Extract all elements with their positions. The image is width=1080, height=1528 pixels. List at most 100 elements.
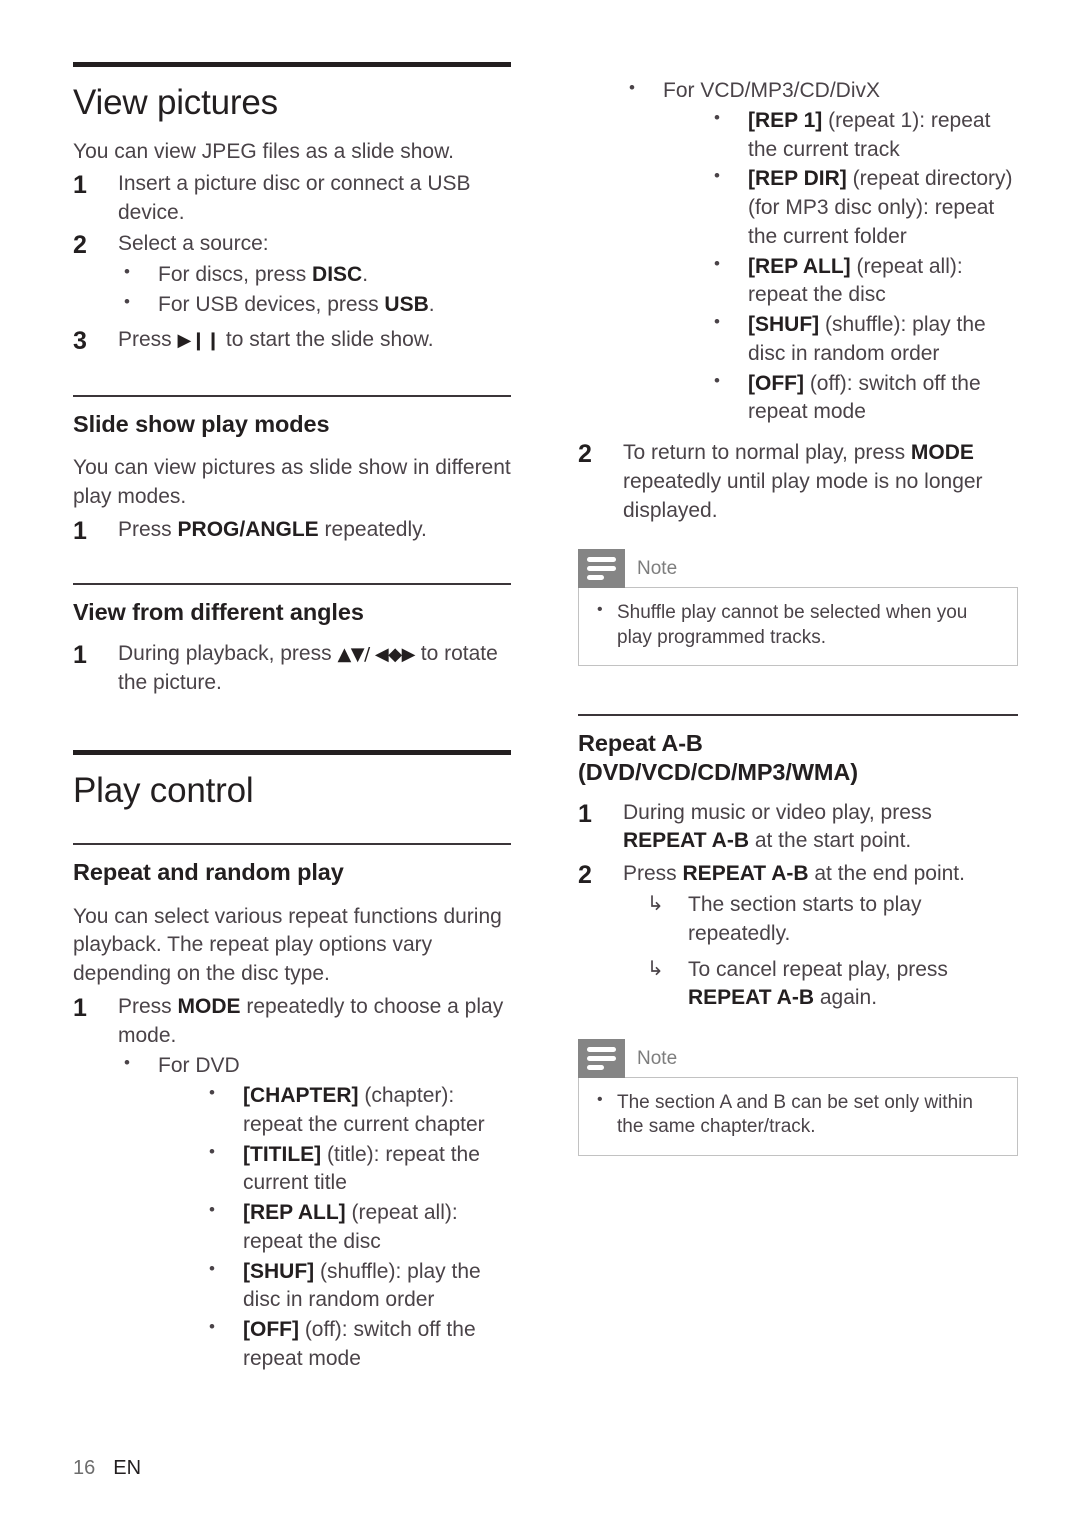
page-footer: 16 EN bbox=[73, 1457, 141, 1480]
step-item: 1 Press PROG/ANGLE repeatedly. bbox=[73, 516, 511, 545]
subsection-title-slide-show-play-modes: Slide show play modes bbox=[73, 410, 330, 437]
bullet-icon: • bbox=[209, 1317, 215, 1337]
list-item: • [REP ALL] (repeat all): repeat the dis… bbox=[203, 1199, 511, 1257]
intro-repeat-and-random-play: You can select various repeat functions … bbox=[73, 904, 502, 986]
steps-view-pictures: 1 Insert a picture disc or connect a USB… bbox=[73, 170, 511, 355]
mode-code: [REP ALL] bbox=[243, 1201, 346, 1225]
step-text: Select a source: bbox=[118, 232, 269, 256]
note-header: Note bbox=[578, 549, 1018, 589]
step-item: 2 Press REPEAT A-B at the end point. ↳ T… bbox=[578, 860, 1018, 1013]
step-keyword: PROG/ANGLE bbox=[177, 517, 319, 541]
section-rule-major bbox=[73, 62, 511, 67]
note-list-item: • The section A and B can be set only wi… bbox=[593, 1091, 1003, 1140]
section-rule-minor bbox=[73, 842, 511, 845]
mode-code: [SHUF] bbox=[748, 313, 820, 337]
result-text: The section starts to play repeatedly. bbox=[688, 892, 922, 945]
mode-code: [REP ALL] bbox=[748, 254, 851, 278]
step-item: 3 Press ▶❙❙ to start the slide show. bbox=[73, 326, 511, 355]
mode-code: [REP DIR] bbox=[748, 167, 847, 191]
step-item: 1 Press MODE repeatedly to choose a play… bbox=[73, 993, 511, 1374]
right-column: • For VCD/MP3/CD/DivX • [REP 1] (repeat … bbox=[578, 76, 1018, 1156]
result-arrow-icon: ↳ bbox=[647, 957, 664, 980]
bullet-text-before: For discs, press bbox=[158, 263, 313, 287]
page-title-play-control: Play control bbox=[73, 770, 254, 810]
step-text-after: repeatedly. bbox=[318, 517, 427, 541]
intro-view-pictures: You can view JPEG files as a slide show. bbox=[73, 140, 454, 164]
result-line: ↳ The section starts to play repeatedly. bbox=[643, 891, 1018, 949]
manual-page: View pictures You can view JPEG files as… bbox=[0, 0, 1080, 1528]
list-item: • [SHUF] (shuffle): play the disc in ran… bbox=[708, 311, 1018, 369]
step-text-before: During playback, press bbox=[118, 642, 338, 666]
note-title: Note bbox=[637, 1047, 678, 1069]
step-number: 1 bbox=[73, 641, 87, 670]
bullet-icon: • bbox=[209, 1258, 215, 1278]
step-item: 1 Insert a picture disc or connect a USB… bbox=[73, 170, 511, 228]
bullet-icon: • bbox=[714, 370, 720, 390]
section-rule-major bbox=[73, 749, 511, 755]
bullet-icon: • bbox=[209, 1200, 215, 1220]
note-box: Note • Shuffle play cannot be selected w… bbox=[578, 549, 1018, 667]
mode-code: [OFF] bbox=[243, 1318, 299, 1342]
result-text-before: To cancel repeat play, press bbox=[688, 957, 948, 981]
step-keyword: REPEAT A-B bbox=[623, 829, 749, 853]
step-text-after: to start the slide show. bbox=[220, 327, 434, 351]
group-label-text: For DVD bbox=[158, 1054, 240, 1078]
note-title: Note bbox=[637, 557, 678, 579]
note-list-item: • Shuffle play cannot be selected when y… bbox=[593, 601, 1003, 650]
note-body: • The section A and B can be set only wi… bbox=[578, 1076, 1018, 1156]
step-item: 2 To return to normal play, press MODE r… bbox=[578, 439, 1018, 525]
mode-code: [REP 1] bbox=[748, 108, 823, 132]
list-item: • [TITILE] (title): repeat the current t… bbox=[203, 1141, 511, 1199]
list-item: • [OFF] (off): switch off the repeat mod… bbox=[203, 1316, 511, 1374]
note-item-text: Shuffle play cannot be selected when you… bbox=[617, 601, 968, 648]
step-number: 2 bbox=[578, 440, 592, 469]
list-item: • [REP 1] (repeat 1): repeat the current… bbox=[708, 107, 1018, 165]
step-text-before: Press bbox=[118, 517, 178, 541]
step-text-after: repeatedly until play mode is no longer … bbox=[623, 469, 983, 522]
step-number: 1 bbox=[73, 516, 87, 545]
result-line: ↳ To cancel repeat play, press REPEAT A-… bbox=[643, 956, 1018, 1014]
list-item: • [SHUF] (shuffle): play the disc in ran… bbox=[203, 1258, 511, 1316]
bullet-icon: • bbox=[209, 1141, 215, 1161]
bullet-text-after: . bbox=[428, 293, 435, 317]
step-number: 1 bbox=[578, 799, 592, 828]
list-item: • [OFF] (off): switch off the repeat mod… bbox=[708, 370, 1018, 428]
bullet-icon: • bbox=[124, 262, 130, 282]
list-item: • For discs, press DISC. bbox=[118, 261, 511, 290]
step-text: Insert a picture disc or connect a USB d… bbox=[118, 171, 471, 224]
step-text-before: Press bbox=[623, 862, 683, 886]
section-rule-minor bbox=[578, 714, 1018, 717]
bullet-icon: • bbox=[629, 78, 635, 97]
bullet-icon: • bbox=[597, 600, 603, 618]
step-keyword: MODE bbox=[177, 994, 241, 1018]
note-item-text: The section A and B can be set only with… bbox=[617, 1091, 973, 1138]
step-number: 1 bbox=[73, 993, 87, 1022]
page-number: 16 bbox=[73, 1457, 96, 1479]
list-item-group-label: • For VCD/MP3/CD/DivX • [REP 1] (repeat … bbox=[623, 77, 1018, 427]
subsection-title-view-from-different-angles: View from different angles bbox=[73, 598, 364, 625]
result-arrow-icon: ↳ bbox=[647, 892, 664, 915]
step-keyword: MODE bbox=[910, 441, 974, 465]
bullet-icon: • bbox=[597, 1090, 603, 1108]
note-body: • Shuffle play cannot be selected when y… bbox=[578, 586, 1018, 667]
step-item: 2 Select a source: • For discs, press DI… bbox=[73, 230, 511, 319]
step-number: 2 bbox=[578, 861, 592, 890]
mode-code: [OFF] bbox=[748, 371, 804, 395]
step-text-before: During music or video play, press bbox=[623, 800, 932, 824]
step-number: 3 bbox=[73, 326, 87, 355]
direction-arrows-icon: ▲▼/ ◀◆▶ bbox=[337, 644, 415, 666]
subsection-title-repeat-and-random-play: Repeat and random play bbox=[73, 858, 344, 885]
bullet-text-after: . bbox=[362, 263, 369, 287]
note-box: Note • The section A and B can be set on… bbox=[578, 1039, 1018, 1156]
mode-code: [TITILE] bbox=[243, 1142, 322, 1166]
list-item: • [REP ALL] (repeat all): repeat the dis… bbox=[708, 253, 1018, 311]
step-item: 1 During music or video play, press REPE… bbox=[578, 799, 1018, 857]
step-text-after: at the start point. bbox=[749, 829, 912, 853]
step-text-after: at the end point. bbox=[808, 862, 965, 886]
bullet-icon: • bbox=[209, 1083, 215, 1103]
list-item: • For USB devices, press USB. bbox=[118, 291, 511, 320]
group-label-text: For VCD/MP3/CD/DivX bbox=[663, 79, 881, 102]
step-text-before: To return to normal play, press bbox=[623, 441, 911, 465]
left-column: View pictures You can view JPEG files as… bbox=[73, 62, 511, 1374]
bullet-icon: • bbox=[714, 166, 720, 186]
